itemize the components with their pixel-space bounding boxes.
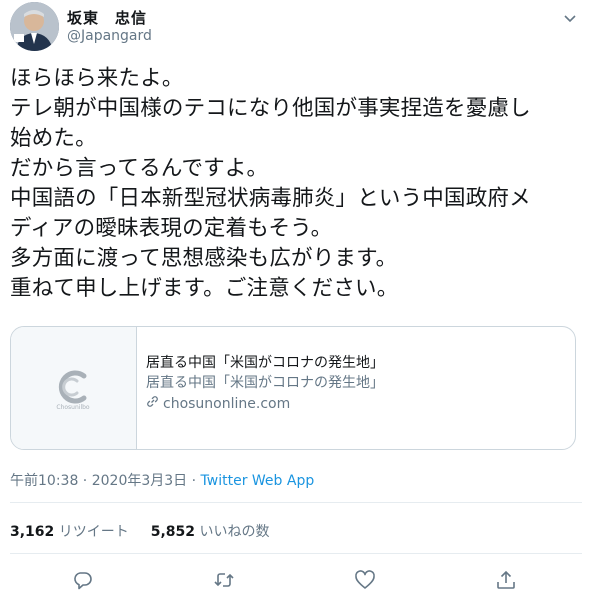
tweet-stats: 3,162 リツイート 5,852 いいねの数	[10, 521, 270, 541]
likes-stat[interactable]: 5,852 いいねの数	[151, 524, 270, 540]
link-icon	[146, 393, 159, 415]
card-description: 居直る中国「米国がコロナの発生地」	[146, 375, 384, 391]
card-thumb-brand: Chosunilbo	[56, 404, 90, 411]
tweet-line: 中国語の「日本新型冠状病毒肺炎」という中国政府メ	[10, 186, 531, 211]
meta-separator: ·	[78, 473, 92, 489]
card-title: 居直る中国「米国がコロナの発生地」	[146, 355, 384, 371]
retweet-icon[interactable]	[212, 568, 236, 592]
tweet-line: だから言ってるんですよ。	[10, 156, 269, 181]
tweet-line: 始めた。	[10, 126, 97, 151]
chevron-down-icon[interactable]	[562, 10, 578, 26]
retweets-label: リツイート	[58, 524, 129, 540]
tweet-line: ディアの曖昧表現の定着もそう。	[10, 216, 333, 241]
tweet-line: テレ朝が中国様のテコになり他国が事実捏造を憂慮し	[10, 96, 531, 121]
share-icon[interactable]	[494, 568, 518, 592]
reply-icon[interactable]	[71, 568, 95, 592]
card-body: 居直る中国「米国がコロナの発生地」 居直る中国「米国がコロナの発生地」 chos…	[146, 353, 565, 415]
retweets-count: 3,162	[10, 524, 55, 540]
divider	[10, 553, 582, 554]
likes-label: いいねの数	[199, 524, 270, 540]
tweet-line: 多方面に渡って思想感染も広がります。	[10, 246, 398, 271]
avatar[interactable]	[10, 2, 59, 51]
card-domain: chosunonline.com	[146, 393, 565, 415]
meta-separator: ·	[187, 473, 201, 489]
likes-count: 5,852	[150, 524, 196, 540]
tweet-date[interactable]: 2020年3月3日	[92, 473, 187, 489]
action-bar	[0, 568, 592, 592]
tweet-time[interactable]: 午前10:38	[10, 473, 78, 489]
author-display-name[interactable]: 坂東 忠信	[67, 7, 147, 28]
tweet-line: 重ねて申し上げます。ご注意ください。	[10, 276, 399, 301]
heart-icon[interactable]	[353, 568, 377, 592]
tweet-meta: 午前10:38 · 2020年3月3日 · Twitter Web App	[10, 470, 314, 490]
card-domain-text: chosunonline.com	[163, 396, 291, 412]
retweets-stat[interactable]: 3,162 リツイート	[10, 524, 129, 540]
tweet-line: ほらほら来たよ。	[10, 66, 184, 91]
author-handle[interactable]: @Japangard	[67, 28, 152, 44]
divider	[10, 502, 582, 503]
tweet-text: ほらほら来たよ。 テレ朝が中国様のテコになり他国が事実捏造を憂慮し 始めた。 だ…	[10, 64, 585, 304]
link-preview-card[interactable]: Chosunilbo 居直る中国「米国がコロナの発生地」 居直る中国「米国がコロ…	[10, 326, 576, 450]
tweet-source[interactable]: Twitter Web App	[201, 473, 315, 489]
card-thumbnail: Chosunilbo	[11, 327, 137, 449]
